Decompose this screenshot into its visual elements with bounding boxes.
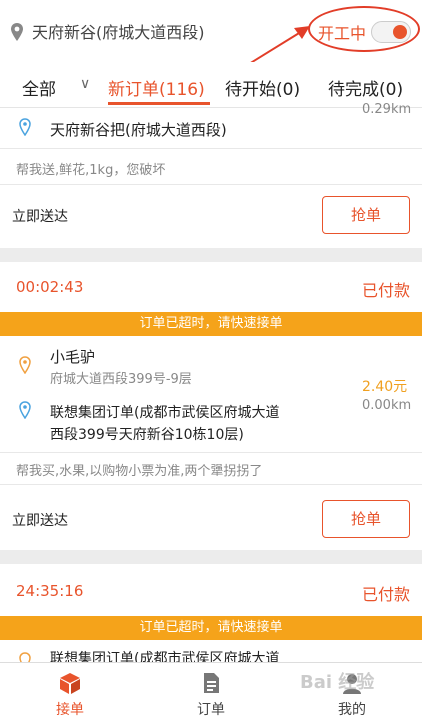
divider <box>0 484 422 485</box>
payment-status: 已付款 <box>362 585 411 604</box>
tab-pending-start[interactable]: 待开始(0) <box>225 75 300 100</box>
nav-mine-label: 我的 <box>338 702 366 718</box>
destination-line-2: 西段399号天府新谷10栋10层) <box>50 427 244 443</box>
distance: 0.00km <box>362 398 412 413</box>
destination-line-1: 联想集团订单(成都市武侯区府城大道 <box>50 405 280 421</box>
chevron-down-icon[interactable]: ∨ <box>80 76 90 92</box>
document-icon <box>204 673 219 693</box>
grab-order-button[interactable]: 抢单 <box>322 500 410 538</box>
timeout-banner: 订单已超时，请快速接单 <box>0 312 422 336</box>
payment-status: 已付款 <box>362 281 411 300</box>
distance: 0.29km <box>362 102 412 117</box>
order-card[interactable]: 00:02:43 已付款 订单已超时，请快速接单 小毛驴 府城大道西段399号-… <box>0 262 422 550</box>
delivery-time: 立即送达 <box>12 513 68 529</box>
divider <box>0 184 422 185</box>
nav-grab-label: 接单 <box>56 702 84 718</box>
divider <box>0 452 422 453</box>
order-timer: 00:02:43 <box>16 278 84 296</box>
work-status-label: 开工中 <box>318 24 367 43</box>
tab-pending-done[interactable]: 待完成(0) <box>328 75 403 100</box>
current-location[interactable]: 天府新谷(府城大道西段) <box>32 19 205 43</box>
toggle-knob <box>393 25 407 39</box>
nav-orders[interactable]: 订单 <box>141 663 281 720</box>
work-status-toggle[interactable] <box>371 21 411 43</box>
tab-all[interactable]: 全部 <box>22 75 56 100</box>
top-bar: 天府新谷(府城大道西段) 开工中 <box>0 0 422 62</box>
pickup-address: 府城大道西段399号-9层 <box>50 372 192 387</box>
nav-grab[interactable]: 接单 <box>0 663 140 720</box>
order-price: 2.40元 <box>362 379 408 395</box>
order-note: 帮我买,水果,以购物小票为准,两个犟拐拐了 <box>16 464 263 479</box>
destination-pin-icon <box>19 118 31 136</box>
box-icon <box>60 673 80 694</box>
pickup-pin-icon <box>19 356 31 374</box>
order-note: 帮我送,鲜花,1kg，您破坏 <box>16 163 166 178</box>
delivery-time: 立即送达 <box>12 209 68 225</box>
order-card[interactable]: 24:35:16 已付款 订单已超时，请快速接单 联想集团订单(成都市武侯区府城… <box>0 564 422 670</box>
grab-order-button[interactable]: 抢单 <box>322 196 410 234</box>
order-card[interactable]: 0.29km 天府新谷把(府城大道西段) 帮我送,鲜花,1kg，您破坏 立即送达… <box>0 102 422 248</box>
timeout-banner: 订单已超时，请快速接单 <box>0 616 422 640</box>
destination-pin-icon <box>19 401 31 419</box>
nav-orders-label: 订单 <box>197 702 225 718</box>
order-tabs: 全部 ∨ 新订单(116) 待开始(0) 待完成(0) <box>0 62 422 108</box>
order-timer: 24:35:16 <box>16 582 84 600</box>
pickup-name: 小毛驴 <box>50 348 96 366</box>
active-tab-indicator <box>108 102 210 105</box>
watermark: Bai 经验 <box>300 672 375 693</box>
tab-new-orders[interactable]: 新订单(116) <box>108 75 205 100</box>
divider <box>0 148 422 149</box>
location-pin-icon <box>11 23 23 41</box>
destination-name: 天府新谷把(府城大道西段) <box>50 121 227 139</box>
